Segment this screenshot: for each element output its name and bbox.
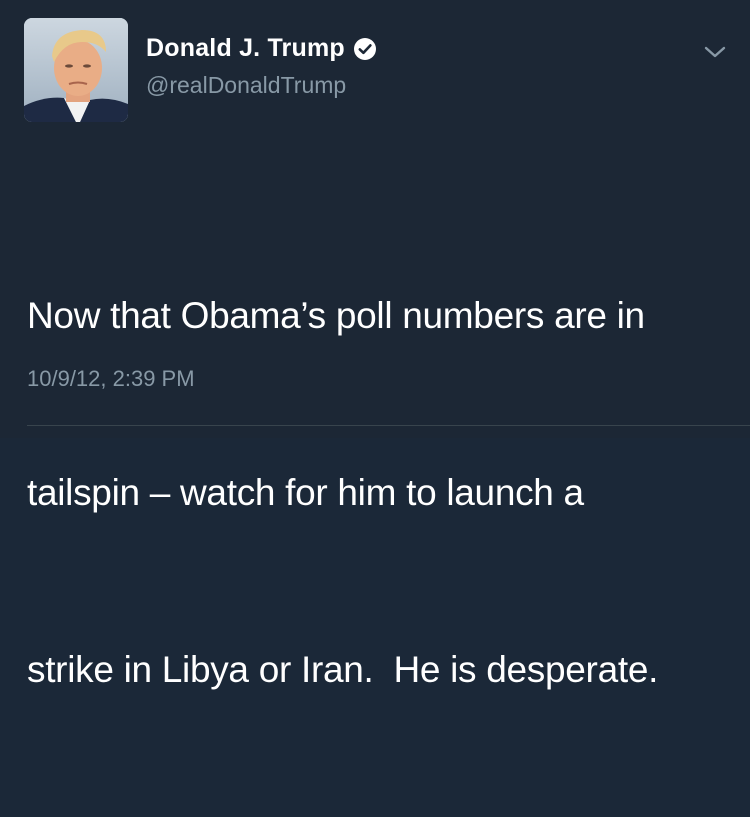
tweet-text-line: Now that Obama’s poll numbers are in <box>27 295 645 336</box>
divider <box>27 425 750 426</box>
tweet-menu-button[interactable] <box>700 40 730 64</box>
verified-badge-icon <box>353 37 377 61</box>
tweet-text-line: tailspin – watch for him to launch a <box>27 472 584 513</box>
tweet-text-line: strike in Libya or Iran. He is desperate… <box>27 649 659 690</box>
tweet-card: Donald J. Trump @realDonaldTrump Now tha… <box>0 0 750 690</box>
user-handle[interactable]: @realDonaldTrump <box>146 72 346 99</box>
profile-photo-icon <box>24 18 128 122</box>
tweet-timestamp[interactable]: 10/9/12, 2:39 PM <box>27 366 195 392</box>
display-name[interactable]: Donald J. Trump <box>146 34 345 63</box>
author-name-row[interactable]: Donald J. Trump <box>146 34 377 63</box>
avatar[interactable] <box>24 18 128 122</box>
tweet-text: Now that Obama’s poll numbers are in tai… <box>27 168 727 817</box>
chevron-down-icon <box>704 46 726 58</box>
